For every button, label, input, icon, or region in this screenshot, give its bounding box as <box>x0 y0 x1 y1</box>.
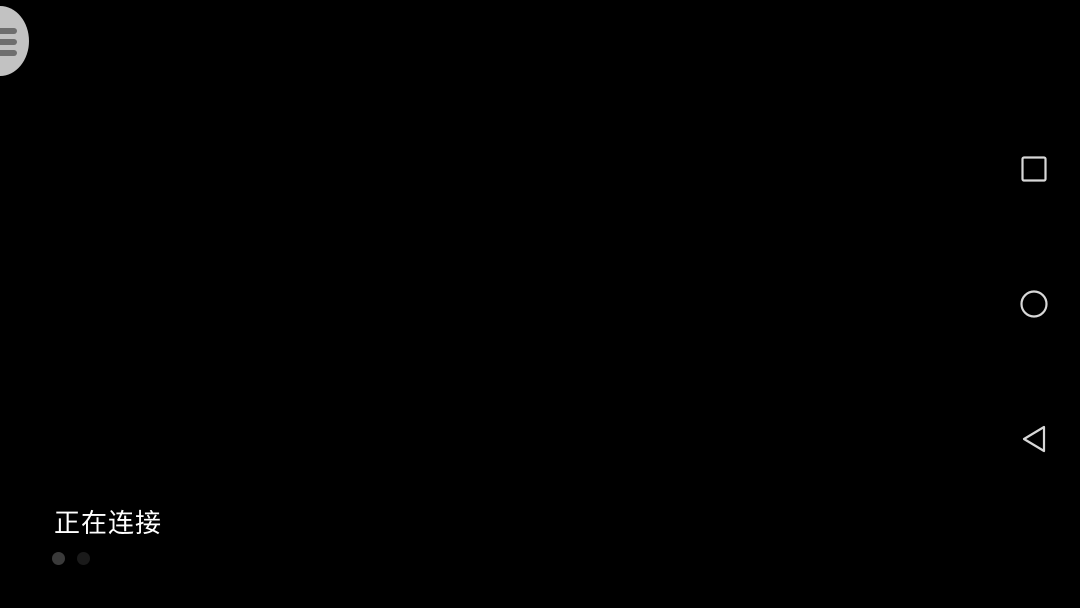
app-screen: 正在连接 <box>0 0 1080 608</box>
progress-dot <box>77 551 90 565</box>
home-button[interactable] <box>1012 282 1056 326</box>
circle-icon <box>1020 290 1048 318</box>
back-button[interactable] <box>1012 417 1056 461</box>
progress-dot <box>52 551 65 565</box>
back-triangle-icon <box>1022 425 1046 453</box>
progress-indicator <box>52 551 90 565</box>
hamburger-menu-icon <box>0 28 17 56</box>
square-icon <box>1021 156 1047 182</box>
menu-button[interactable] <box>0 6 29 76</box>
navigation-bar <box>1000 0 1080 608</box>
connecting-status-text: 正在连接 <box>54 509 163 539</box>
recents-button[interactable] <box>1012 147 1056 191</box>
